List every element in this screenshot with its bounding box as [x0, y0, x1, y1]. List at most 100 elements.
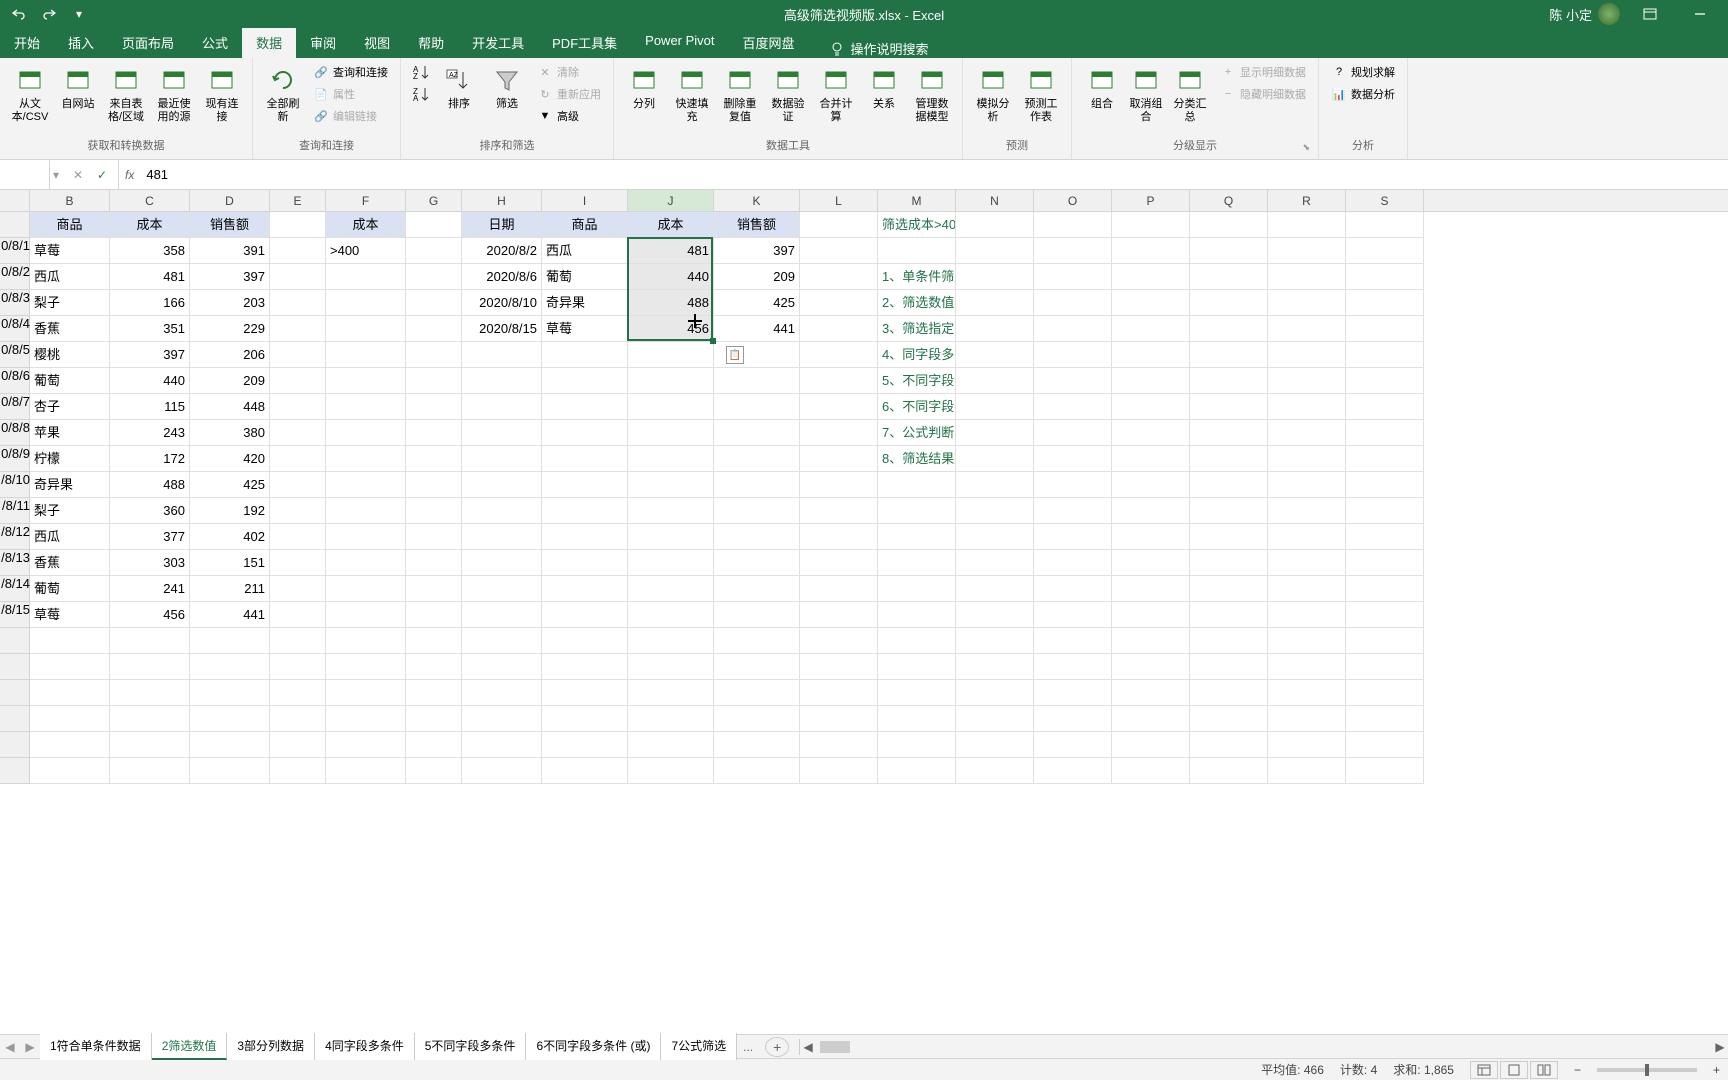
cell[interactable]: 2020/8/15 [462, 316, 542, 342]
cell[interactable] [1034, 524, 1112, 550]
cell[interactable]: 397 [110, 342, 190, 368]
row-header[interactable] [0, 550, 30, 576]
cell[interactable] [1346, 264, 1424, 290]
cell[interactable] [714, 524, 800, 550]
cell[interactable] [1034, 550, 1112, 576]
column-header[interactable]: I [542, 190, 628, 211]
cell[interactable] [110, 654, 190, 680]
row-header[interactable] [0, 446, 30, 472]
cell[interactable] [1346, 602, 1424, 628]
cell[interactable] [1346, 212, 1424, 238]
select-all-corner[interactable] [0, 190, 30, 211]
cell[interactable] [1034, 446, 1112, 472]
outline-btn-1[interactable]: 取消组合 [1124, 62, 1168, 126]
column-header[interactable]: O [1034, 190, 1112, 211]
forecast-btn-1[interactable]: 预测工作表 [1019, 62, 1063, 126]
cell[interactable]: 5、不同字段多条件（与） [878, 368, 956, 394]
sheet-nav-next[interactable]: ▶ [20, 1040, 40, 1054]
cell[interactable] [462, 498, 542, 524]
cell[interactable] [1112, 576, 1190, 602]
cell[interactable]: 商品 [542, 212, 628, 238]
cell[interactable] [1190, 628, 1268, 654]
cell[interactable] [542, 758, 628, 784]
cell[interactable] [462, 680, 542, 706]
cell[interactable] [326, 602, 406, 628]
cell[interactable] [542, 706, 628, 732]
filter-button[interactable]: 筛选 [485, 62, 529, 113]
cell[interactable] [1112, 238, 1190, 264]
cell[interactable] [270, 368, 326, 394]
cell[interactable] [800, 680, 878, 706]
row-header[interactable] [0, 316, 30, 342]
cell[interactable] [270, 628, 326, 654]
cell[interactable] [800, 368, 878, 394]
sort-desc-button[interactable]: ZA [409, 84, 433, 104]
cell[interactable] [326, 264, 406, 290]
cell[interactable]: 销售额 [190, 212, 270, 238]
cell[interactable] [190, 628, 270, 654]
cell[interactable] [956, 524, 1034, 550]
forecast-btn-0[interactable]: 模拟分析 [971, 62, 1015, 126]
row-header[interactable] [0, 212, 30, 238]
cell[interactable] [1346, 446, 1424, 472]
cell[interactable] [542, 472, 628, 498]
column-header[interactable]: G [406, 190, 462, 211]
cell[interactable]: 梨子 [30, 498, 110, 524]
cell[interactable]: 229 [190, 316, 270, 342]
cell[interactable]: 481 [628, 238, 714, 264]
get-data-btn-0[interactable]: 从文本/CSV [8, 62, 52, 126]
cell[interactable]: 西瓜 [30, 524, 110, 550]
cell[interactable] [406, 732, 462, 758]
data-tool-btn-6[interactable]: 管理数据模型 [910, 62, 954, 126]
cell[interactable] [326, 628, 406, 654]
cell[interactable] [1346, 654, 1424, 680]
cell[interactable] [956, 342, 1034, 368]
cell[interactable]: 241 [110, 576, 190, 602]
cell[interactable] [1034, 732, 1112, 758]
cell[interactable] [956, 264, 1034, 290]
cell[interactable]: 成本 [628, 212, 714, 238]
column-header[interactable]: H [462, 190, 542, 211]
cell[interactable] [628, 628, 714, 654]
cell[interactable] [1190, 290, 1268, 316]
row-header[interactable] [0, 758, 30, 784]
cell[interactable] [30, 732, 110, 758]
show-detail-button[interactable]: +显示明细数据 [1216, 62, 1310, 82]
cell[interactable] [956, 212, 1034, 238]
cell[interactable] [1034, 264, 1112, 290]
cell[interactable] [1190, 238, 1268, 264]
cell[interactable] [714, 420, 800, 446]
cell[interactable] [542, 602, 628, 628]
cell[interactable] [628, 420, 714, 446]
cell[interactable] [1034, 602, 1112, 628]
cell[interactable] [1034, 342, 1112, 368]
cell[interactable] [270, 602, 326, 628]
cell[interactable] [542, 394, 628, 420]
cell[interactable] [270, 342, 326, 368]
cell[interactable]: 448 [190, 394, 270, 420]
cell[interactable] [1346, 394, 1424, 420]
cell[interactable] [270, 654, 326, 680]
queries-connections-button[interactable]: 🔗查询和连接 [309, 62, 392, 82]
row-header[interactable] [0, 524, 30, 550]
cell[interactable]: 380 [190, 420, 270, 446]
ribbon-tab[interactable]: 数据 [242, 27, 296, 58]
cell[interactable]: 日期 [462, 212, 542, 238]
autofill-options-button[interactable]: 📋 [726, 346, 744, 364]
cell[interactable] [628, 550, 714, 576]
cell[interactable] [800, 732, 878, 758]
cell[interactable] [628, 446, 714, 472]
get-data-btn-4[interactable]: 现有连接 [200, 62, 244, 126]
cell[interactable] [406, 264, 462, 290]
sort-asc-button[interactable]: AZ [409, 62, 433, 82]
ribbon-tab[interactable]: 帮助 [404, 27, 458, 58]
column-header[interactable]: P [1112, 190, 1190, 211]
get-data-btn-2[interactable]: 来自表格/区域 [104, 62, 148, 126]
cell[interactable] [406, 628, 462, 654]
cell[interactable] [1112, 524, 1190, 550]
cell[interactable] [406, 394, 462, 420]
cell[interactable]: 香蕉 [30, 316, 110, 342]
cell[interactable] [1112, 550, 1190, 576]
cell[interactable] [1190, 524, 1268, 550]
column-header[interactable]: M [878, 190, 956, 211]
